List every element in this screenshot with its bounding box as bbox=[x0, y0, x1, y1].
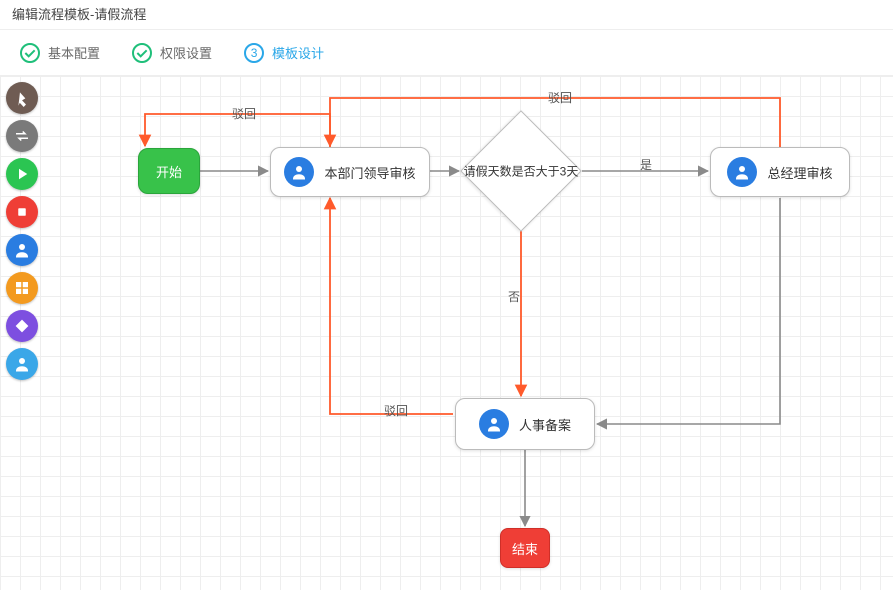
tab-permission-settings[interactable]: 权限设置 bbox=[118, 36, 230, 70]
edge-label-reject-hr: 驳回 bbox=[384, 402, 408, 419]
designer-canvas[interactable]: 驳回 驳回 驳回 是 否 开始 本部门领导审核 请假天数是否大于3天 总经理审核… bbox=[0, 76, 893, 590]
tab-label: 模板设计 bbox=[272, 43, 324, 62]
node-decision-days[interactable]: 请假天数是否大于3天 bbox=[478, 128, 564, 214]
decision-node-icon[interactable] bbox=[6, 310, 38, 342]
step-tabs: 基本配置 权限设置 3 模板设计 bbox=[0, 30, 893, 76]
node-label: 本部门领导审核 bbox=[324, 163, 415, 182]
edge-label-reject-gm: 驳回 bbox=[548, 89, 572, 106]
node-gm-approval[interactable]: 总经理审核 bbox=[710, 147, 850, 197]
check-icon bbox=[20, 43, 40, 63]
edge-label-reject-dept: 驳回 bbox=[232, 105, 256, 122]
node-label: 总经理审核 bbox=[767, 163, 832, 182]
node-end[interactable]: 结束 bbox=[500, 528, 550, 568]
user-icon bbox=[479, 409, 509, 439]
user-node-icon[interactable] bbox=[6, 234, 38, 266]
node-label: 结束 bbox=[512, 539, 538, 558]
pointer-tool-icon[interactable] bbox=[6, 82, 38, 114]
node-dept-head-approval[interactable]: 本部门领导审核 bbox=[270, 147, 430, 197]
title-text: 编辑流程模板-请假流程 bbox=[12, 7, 146, 22]
edge-label-yes: 是 bbox=[640, 156, 652, 173]
tab-label: 基本配置 bbox=[48, 43, 100, 62]
swap-tool-icon[interactable] bbox=[6, 120, 38, 152]
node-start[interactable]: 开始 bbox=[138, 148, 200, 194]
node-label: 请假天数是否大于3天 bbox=[442, 163, 600, 180]
node-label: 开始 bbox=[156, 162, 182, 181]
user-icon bbox=[727, 157, 757, 187]
tab-label: 权限设置 bbox=[160, 43, 212, 62]
person-node-icon[interactable] bbox=[6, 348, 38, 380]
check-icon bbox=[132, 43, 152, 63]
node-label: 人事备案 bbox=[519, 415, 571, 434]
page-title: 编辑流程模板-请假流程 bbox=[0, 0, 893, 30]
start-node-icon[interactable] bbox=[6, 158, 38, 190]
tab-basic-config[interactable]: 基本配置 bbox=[6, 36, 118, 70]
grid-node-icon[interactable] bbox=[6, 272, 38, 304]
tab-template-design[interactable]: 3 模板设计 bbox=[230, 36, 342, 70]
end-node-icon[interactable] bbox=[6, 196, 38, 228]
node-palette bbox=[6, 82, 38, 380]
edge-label-no: 否 bbox=[508, 288, 520, 305]
step-number-icon: 3 bbox=[244, 43, 264, 63]
step-number: 3 bbox=[251, 46, 258, 60]
user-icon bbox=[284, 157, 314, 187]
node-hr-filing[interactable]: 人事备案 bbox=[455, 398, 595, 450]
